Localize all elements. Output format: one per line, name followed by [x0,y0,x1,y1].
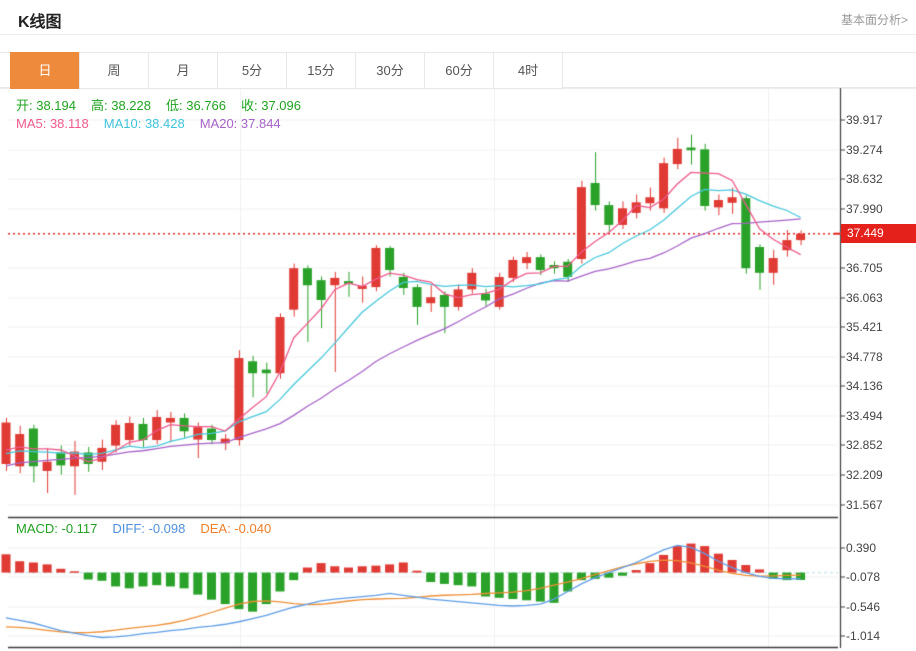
kline-page: K线图 基本面分析> 日周月5分15分30分60分4时 开: 38.194 高: … [0,0,916,651]
macd-legend: MACD: -0.117 DIFF: -0.098 DEA: -0.040 [16,521,286,536]
ma-item-0: MA5: 38.118 [16,116,89,131]
tab-interval-6[interactable]: 60分 [424,52,494,89]
price-tick-label: 36.705 [846,261,883,275]
ohlc-item-0: 开: 38.194 [16,98,76,113]
page-title: K线图 [18,8,62,32]
macd-item-1: DIFF: -0.098 [112,521,185,536]
tab-interval-3[interactable]: 5分 [217,52,287,89]
tab-interval-2[interactable]: 月 [148,52,218,89]
ohlc-item-1: 高: 38.228 [91,98,151,113]
price-tick-label: 34.136 [846,379,883,393]
header-divider [0,34,916,35]
price-tick-label: 33.494 [846,409,883,423]
macd-item-0: MACD: -0.117 [16,521,97,536]
current-price-tag: 37.449 [841,224,916,243]
macd-item-2: DEA: -0.040 [200,521,271,536]
tab-interval-0[interactable]: 日 [10,52,80,89]
ohlc-item-3: 收: 37.096 [241,98,301,113]
price-tick-label: 32.852 [846,438,883,452]
ohlc-legend: 开: 38.194 高: 38.228 低: 36.766 收: 37.096 [16,95,316,114]
price-tick-label: 35.421 [846,320,883,334]
ma-legend: MA5: 38.118 MA10: 38.428 MA20: 37.844 [16,116,296,131]
price-tick-label: 39.917 [846,113,883,127]
price-tick-label: 39.274 [846,143,883,157]
macd-tick-label: 0.390 [846,541,876,555]
price-tick-label: 38.632 [846,172,883,186]
ohlc-item-2: 低: 36.766 [166,98,226,113]
macd-tick-label: -1.014 [846,629,880,643]
price-tick-label: 36.063 [846,291,883,305]
price-tick-label: 37.990 [846,202,883,216]
tab-interval-1[interactable]: 周 [79,52,149,89]
interval-tabs: 日周月5分15分30分60分4时 [10,52,563,89]
price-tick-label: 34.778 [846,350,883,364]
price-tick-label: 32.209 [846,468,883,482]
interval-tabbar: 日周月5分15分30分60分4时 [0,52,916,88]
macd-tick-label: -0.078 [846,570,880,584]
tab-interval-4[interactable]: 15分 [286,52,356,89]
tab-interval-5[interactable]: 30分 [355,52,425,89]
fundamental-analysis-link[interactable]: 基本面分析> [841,11,908,28]
macd-tick-label: -0.546 [846,600,880,614]
ma-item-2: MA20: 37.844 [200,116,281,131]
ma-item-1: MA10: 38.428 [104,116,185,131]
tab-interval-7[interactable]: 4时 [493,52,563,89]
price-tick-label: 31.567 [846,498,883,512]
